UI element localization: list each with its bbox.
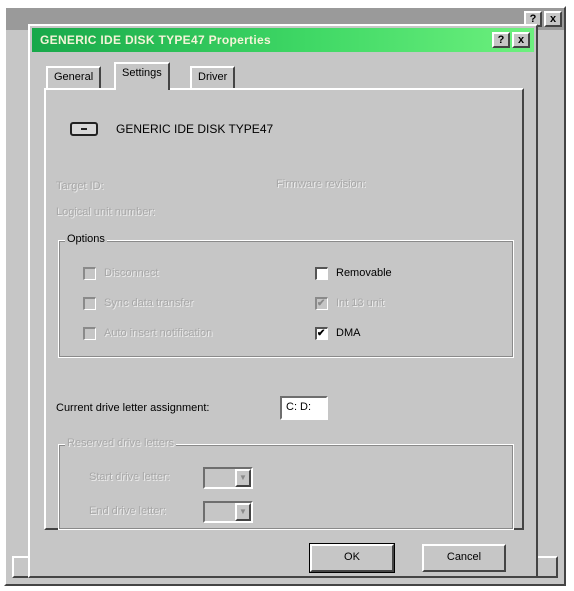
device-name: GENERIC IDE DISK TYPE47 xyxy=(116,122,274,136)
int13-check xyxy=(315,296,328,310)
tab-general[interactable]: General xyxy=(46,66,102,88)
sync-transfer-label: Sync data transfer xyxy=(104,297,194,309)
start-drive-label: Start drive letter: xyxy=(89,471,170,483)
dma-label: DMA xyxy=(336,327,361,339)
tab-settings[interactable]: Settings xyxy=(114,62,170,90)
sync-transfer-checkbox: Sync data transfer xyxy=(83,295,193,311)
auto-insert-check xyxy=(83,326,96,340)
disconnect-check xyxy=(83,266,96,280)
settings-panel: GENERIC IDE DISK TYPE47 Target ID: Firmw… xyxy=(44,88,524,530)
end-drive-label: End drive letter: xyxy=(89,505,167,517)
drive-letter-value: C: D: xyxy=(286,401,312,413)
logical-unit-label: Logical unit number: xyxy=(56,206,156,218)
removable-label: Removable xyxy=(336,267,392,279)
tab-general-label: General xyxy=(54,71,94,83)
start-drive-select: ▼ xyxy=(203,467,253,489)
ok-button[interactable]: OK xyxy=(309,543,395,573)
close-button[interactable]: x xyxy=(512,32,530,48)
tab-driver-label: Driver xyxy=(198,71,228,83)
background-close-button[interactable]: x xyxy=(544,11,562,27)
dialog-titlebar[interactable]: GENERIC IDE DISK TYPE47 Properties ? x xyxy=(32,28,534,52)
auto-insert-checkbox: Auto insert notification xyxy=(83,325,212,341)
target-id-label: Target ID: xyxy=(56,180,104,192)
options-legend: Options xyxy=(65,233,107,245)
tab-driver[interactable]: Driver xyxy=(190,66,236,88)
reserved-drive-letters-group: Reserved drive letters Start drive lette… xyxy=(58,437,514,530)
int13-checkbox: Int 13 unit xyxy=(315,295,384,311)
drive-letter-label: Current drive letter assignment: xyxy=(56,402,210,414)
int13-label: Int 13 unit xyxy=(336,297,385,309)
options-group: Options Disconnect Sync data transfer Au… xyxy=(58,233,514,358)
cancel-button[interactable]: Cancel xyxy=(422,544,506,572)
chevron-down-icon: ▼ xyxy=(235,503,251,521)
dialog-title: GENERIC IDE DISK TYPE47 Properties xyxy=(40,33,271,47)
firmware-label: Firmware revision: xyxy=(276,178,366,190)
end-drive-select: ▼ xyxy=(203,501,253,523)
properties-dialog: GENERIC IDE DISK TYPE47 Properties ? x G… xyxy=(28,24,538,578)
chevron-down-icon: ▼ xyxy=(235,469,251,487)
auto-insert-label: Auto insert notification xyxy=(104,327,213,339)
dma-check[interactable] xyxy=(315,326,328,340)
reserved-legend: Reserved drive letters xyxy=(65,437,176,449)
disconnect-label: Disconnect xyxy=(104,267,159,279)
hard-disk-icon xyxy=(70,122,98,136)
tab-settings-label: Settings xyxy=(122,67,162,79)
drive-letter-field[interactable]: C: D: xyxy=(280,396,328,420)
disconnect-checkbox: Disconnect xyxy=(83,265,158,281)
sync-transfer-check xyxy=(83,296,96,310)
dma-checkbox[interactable]: DMA xyxy=(315,325,360,341)
removable-check[interactable] xyxy=(315,266,328,280)
removable-checkbox[interactable]: Removable xyxy=(315,265,392,281)
help-button[interactable]: ? xyxy=(492,32,510,48)
